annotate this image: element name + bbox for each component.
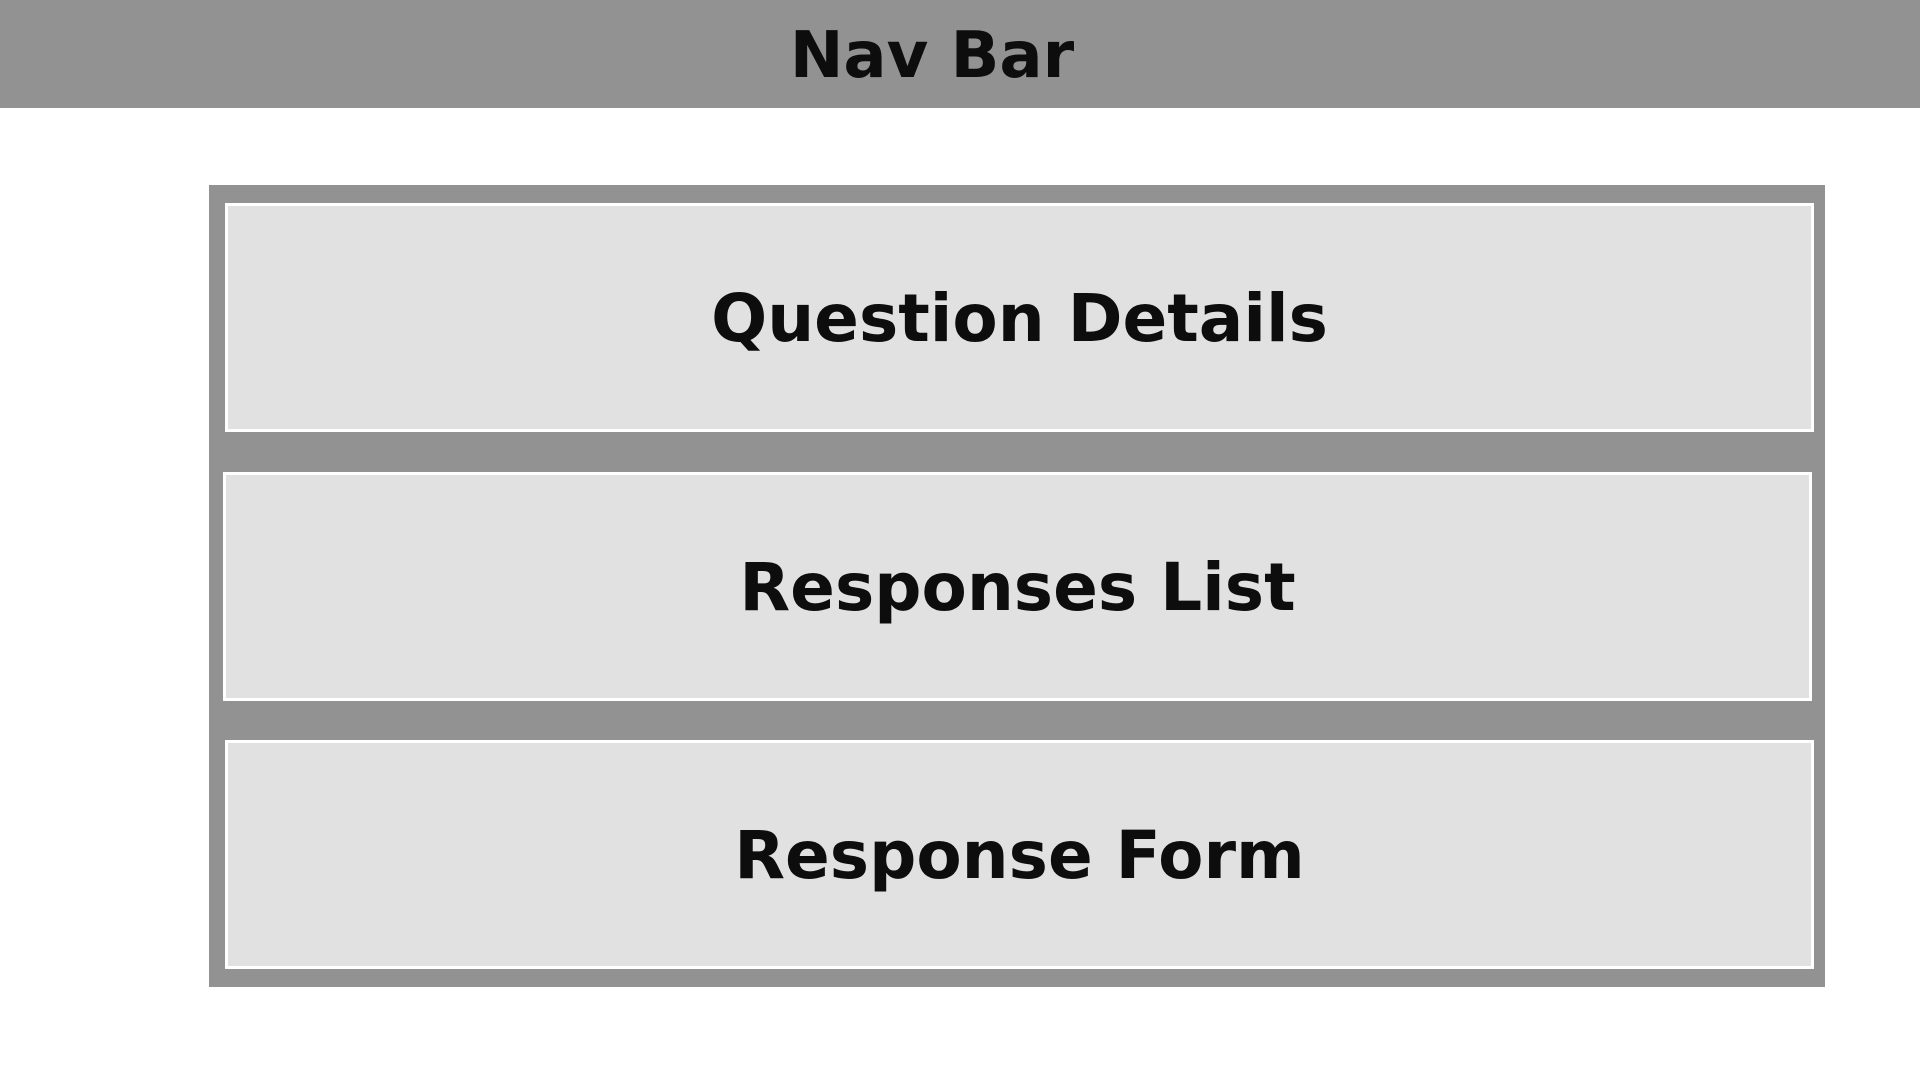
nav-bar: Nav Bar: [0, 0, 1920, 108]
nav-bar-title: Nav Bar: [789, 19, 1075, 93]
responses-list-section: Responses List: [223, 472, 1812, 701]
question-details-section: Question Details: [225, 203, 1814, 432]
question-details-label: Question Details: [711, 280, 1328, 357]
response-form-label: Response Form: [734, 817, 1305, 894]
response-form-section: Response Form: [225, 740, 1814, 969]
responses-list-label: Responses List: [739, 549, 1296, 626]
page-frame: Question Details Responses List Response…: [209, 185, 1825, 987]
